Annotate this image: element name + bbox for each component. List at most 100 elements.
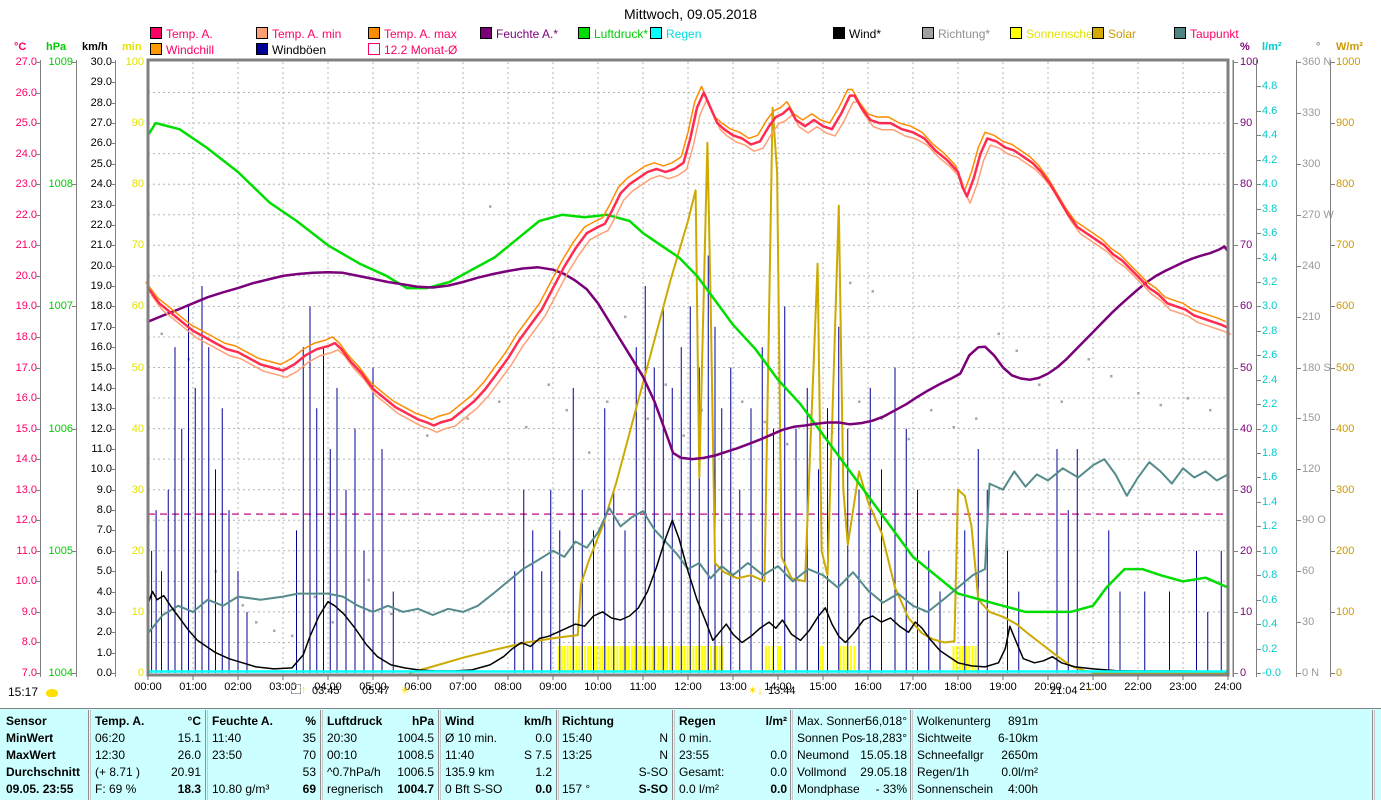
direction-axis-tick	[1296, 469, 1301, 471]
wind-direction-dot	[1209, 408, 1212, 412]
wind-direction-dot	[291, 634, 294, 638]
table-cell-value: S-SO	[638, 765, 668, 779]
rain-axis-label: 2.0	[1262, 422, 1278, 435]
direction-axis-label: 0 N	[1302, 667, 1320, 679]
wind-direction-dot	[489, 205, 492, 208]
wind-direction-dot	[682, 434, 685, 437]
wind-direction-dot	[786, 442, 789, 446]
direction-axis-label: 90 O	[1302, 514, 1326, 527]
direction-axis-tick	[1296, 163, 1301, 165]
wind-direction-dot	[1186, 397, 1189, 400]
table-divider-shadow	[674, 710, 675, 800]
table-cell-label: (+ 8.71 )	[95, 765, 141, 779]
moon-phase-icon	[46, 689, 58, 697]
table-cell-label: Gesamt:	[679, 765, 725, 779]
solar-axis-label: 700	[1336, 239, 1355, 252]
windspeed-axis-label: 10.0	[90, 463, 112, 476]
rain-axis-tick	[1256, 526, 1261, 528]
wind-direction-dot	[390, 612, 393, 616]
time-label-12-00: 12:00	[674, 681, 702, 693]
direction-axis-line	[1296, 60, 1297, 677]
table-divider-shadow	[558, 710, 559, 800]
table-cell-value: 69	[302, 782, 316, 796]
table-cell-label: Mondphase	[797, 782, 860, 796]
direction-axis-label: 60	[1302, 565, 1315, 578]
table-cell-value: 56,018°	[865, 714, 907, 728]
moonrise-icon: ✶↓	[748, 685, 763, 697]
table-cell-label: 157 °	[562, 782, 591, 796]
windspeed-axis-tick	[111, 510, 116, 512]
table-cell-label: ^0.7hPa/h	[327, 765, 381, 779]
direction-axis-label: 210	[1302, 310, 1321, 323]
table-cell-value: N	[659, 748, 668, 762]
windspeed-axis-label: 17.0	[90, 320, 112, 333]
table-cell-label: 11:40	[212, 731, 242, 745]
table-group-title: Luftdruck	[327, 714, 383, 728]
table-cell-value: -18,283°	[861, 731, 908, 745]
wind-direction-dot	[426, 434, 429, 437]
time-label-09-00: 09:00	[539, 681, 567, 693]
table-cell-label: Neumond	[797, 748, 850, 762]
table-cell-label: Schneefallgr	[917, 748, 984, 762]
table-cell-label: Sonnen Pos	[797, 731, 863, 745]
solar-axis-label: 200	[1336, 544, 1355, 557]
table-group-unit: hPa	[411, 714, 434, 728]
temp-c-axis-tick	[36, 520, 41, 522]
temp-c-axis-tick	[36, 581, 41, 583]
wind-direction-dot	[741, 400, 744, 403]
solar-axis-tick	[1330, 428, 1335, 430]
table-group-title: Temp. A.	[95, 714, 145, 728]
rain-axis-tick	[1256, 575, 1261, 577]
solar-axis-label: 400	[1336, 422, 1355, 435]
direction-axis-label: 360 N	[1302, 56, 1332, 68]
wind-direction-dot	[930, 408, 933, 412]
wind-direction-dot	[273, 629, 276, 633]
table-cell-value: 2650m	[1001, 748, 1038, 762]
time-label-23-00: 23:00	[1169, 681, 1197, 693]
sunshine-axis-label: 50	[131, 361, 144, 374]
table-group-title: Wind	[445, 714, 475, 728]
rain-axis-label: 4.6	[1262, 104, 1278, 117]
sunshine-axis-label: 90	[131, 117, 144, 130]
windspeed-axis-label: 20.0	[90, 259, 112, 272]
windspeed-axis-label: 23.0	[90, 198, 112, 211]
table-divider	[438, 710, 439, 800]
windspeed-axis-tick	[111, 632, 116, 634]
humidity-axis-label: 40	[1240, 422, 1253, 435]
rain-axis-tick	[1256, 281, 1261, 283]
direction-axis-label: 330	[1302, 106, 1321, 119]
rain-axis-label: 2.8	[1262, 324, 1278, 337]
humidity-axis-tick	[1233, 550, 1238, 552]
humidity-axis-tick	[1233, 184, 1238, 186]
rain-axis-tick	[1256, 110, 1261, 112]
table-cell-value: 0.0	[535, 731, 552, 745]
table-cell-value: 15.05.18	[860, 748, 907, 762]
table-cell-label: 15:40	[562, 731, 593, 745]
direction-axis-label: 180 S	[1302, 361, 1331, 374]
table-cell-label: 0 Bft S-SO	[445, 782, 503, 796]
marker-time-label: 13:44	[768, 685, 796, 697]
humidity-axis-label: 70	[1240, 239, 1253, 252]
table-group-title: Regen	[679, 714, 716, 728]
temp-c-axis-tick	[36, 642, 41, 644]
solar-axis-label: 100	[1336, 605, 1355, 618]
rain-axis-tick	[1256, 330, 1261, 332]
table-cell-value: 0.0	[770, 782, 787, 796]
windspeed-axis-tick	[111, 286, 116, 288]
wind-direction-dot	[313, 595, 316, 599]
table-divider	[556, 710, 557, 800]
table-cell-value: - 33%	[875, 782, 907, 796]
table-cell-label: 23:55	[679, 748, 710, 762]
table-divider	[205, 710, 206, 800]
humidity-axis-tick	[1233, 123, 1238, 125]
weather-day-chart-page: Mittwoch, 09.05.2018 Temp. A. Temp. A. mi…	[0, 0, 1381, 800]
wind-direction-dot	[849, 281, 852, 285]
windspeed-axis-label: 8.0	[96, 504, 112, 517]
table-row-header: 09.05. 23:55	[6, 782, 74, 796]
windspeed-axis-label: 7.0	[96, 524, 112, 537]
direction-axis-label: 300	[1302, 157, 1321, 170]
windspeed-axis-tick	[111, 82, 116, 84]
windspeed-axis-label: 16.0	[90, 341, 112, 354]
rain-axis-tick	[1256, 379, 1261, 381]
table-cell-value: 18.3	[177, 782, 201, 796]
